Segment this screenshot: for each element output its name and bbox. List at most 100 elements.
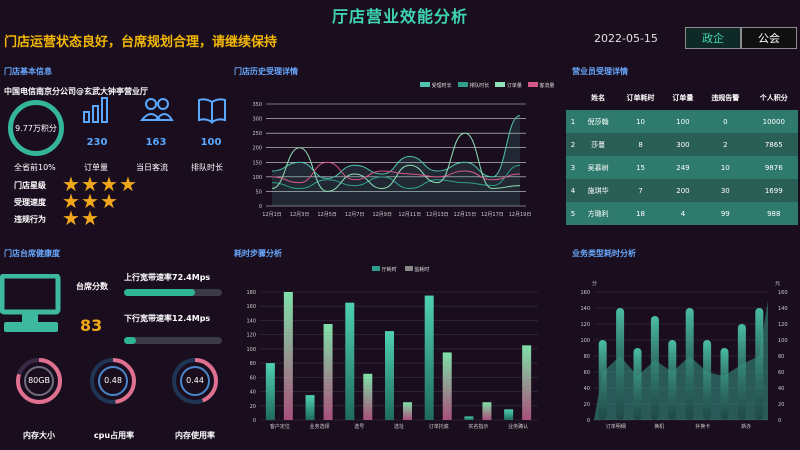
legend-label: 监耗时: [414, 267, 430, 273]
col-index: [566, 86, 580, 110]
y2-tick-label: 160: [778, 290, 788, 296]
cell: 10: [616, 110, 665, 133]
queue-time-label: 排队时长: [191, 163, 223, 172]
history-legend: 受理时长 排队时长 订单量 客流量: [420, 82, 554, 89]
x-tick-label: 实名指示: [468, 423, 488, 430]
bar: [345, 302, 355, 420]
downlink-label: 下行宽带速率12.4Mps: [124, 314, 211, 323]
bar: [363, 373, 373, 420]
tab-union[interactable]: 公会: [741, 27, 797, 49]
uplink-bar: [124, 289, 222, 296]
col-order-time: 订单耗时: [616, 86, 665, 110]
desk-score-label: 台席分数: [76, 282, 108, 291]
segment-tabs: 政企 公会: [685, 27, 797, 49]
legend-label: 订单量: [506, 83, 522, 89]
bar: [633, 348, 642, 420]
x-tick-label: 12月3日: [290, 212, 310, 218]
bar: [323, 324, 333, 420]
cell: 0: [701, 110, 750, 133]
y2-tick-label: 40: [778, 386, 784, 392]
bar: [424, 295, 434, 420]
bar: [464, 416, 474, 420]
table-row[interactable]: 1 倪莎翰 10 100 0 10000: [566, 110, 798, 133]
legend-item: 监耗时: [404, 266, 430, 273]
cell: 99: [701, 202, 750, 225]
y2-tick-label: 100: [778, 338, 788, 344]
bar: [385, 331, 394, 420]
bar: [685, 308, 694, 420]
y2-tick-label: 60: [778, 370, 784, 376]
star-icon: ★: [100, 189, 118, 213]
health-title: 门店台席健康度: [4, 249, 60, 258]
y2-tick-label: 80: [778, 354, 784, 360]
y-tick-label: 150: [252, 160, 262, 166]
bar: [504, 409, 514, 420]
x-tick-label: 12月5日: [317, 212, 337, 218]
cell: 9876: [749, 156, 798, 179]
order-count: 230: [86, 137, 108, 148]
tab-gov-enterprise[interactable]: 政企: [685, 27, 741, 49]
bar: [616, 308, 625, 420]
date-display: 2022-05-15: [594, 32, 658, 45]
steps-legend: 厅耗时 监耗时: [372, 266, 429, 273]
memory-usage-value: 0.44: [186, 376, 204, 385]
star-rating-violation: ★★: [62, 208, 100, 229]
cell: 7865: [749, 133, 798, 156]
legend-item: 排队时长: [457, 82, 489, 89]
y-tick-label: 20: [250, 404, 256, 410]
bar: [522, 345, 532, 420]
y-tick-label: 100: [580, 338, 590, 344]
y2-tick-label: 120: [778, 322, 788, 328]
uplink-label: 上行宽带速率72.4Mps: [124, 273, 211, 282]
cell: 2: [701, 133, 750, 156]
store-name: 中国电信南京分公司@玄武大钟亭营业厅: [4, 87, 148, 96]
table-row[interactable]: 2 莎蔓 8 300 2 7865: [566, 133, 798, 156]
bar: [265, 363, 275, 420]
store-info-title: 门店基本信息: [4, 67, 52, 76]
bar: [442, 352, 452, 420]
y-tick-label: 140: [246, 318, 256, 324]
cell: 1: [566, 110, 580, 133]
steps-title: 耗时步骤分析: [234, 249, 282, 258]
legend-item: 客流量: [527, 82, 555, 89]
x-tick-label: 12月7日: [345, 212, 365, 218]
star-icon: ★: [81, 206, 99, 230]
cell: 18: [616, 202, 665, 225]
table-row[interactable]: 5 方璐利 18 4 99 988: [566, 202, 798, 225]
table-row[interactable]: 3 吴慕树 15 249 10 9876: [566, 156, 798, 179]
legend-label: 客流量: [539, 83, 555, 89]
rating-label-speed: 受理速度: [14, 198, 46, 207]
y-tick-label: 350: [252, 102, 262, 108]
memory-usage-gauge: 0.44: [170, 356, 220, 406]
cell: 10: [701, 156, 750, 179]
cell: 1699: [749, 179, 798, 202]
table-row[interactable]: 4 施琪华 7 200 30 1699: [566, 179, 798, 202]
x-tick-label: 12月17日: [481, 212, 504, 218]
page-title: 厅店营业效能分析: [331, 7, 468, 26]
y-tick-label: 20: [584, 402, 590, 408]
cell: 7: [616, 179, 665, 202]
memory-size-label: 内存大小: [23, 431, 55, 440]
cell: 4: [566, 179, 580, 202]
cell: 988: [749, 202, 798, 225]
legend-label: 厅耗时: [381, 267, 397, 273]
y-tick-label: 50: [256, 189, 262, 195]
col-order-count: 订单量: [664, 86, 702, 110]
rank-label: 全省前10%: [14, 163, 56, 172]
y-tick-label: 120: [246, 333, 256, 339]
cell: 200: [664, 179, 702, 202]
history-title: 门店历史受理详情: [234, 67, 298, 76]
col-violation: 违规告警: [701, 86, 750, 110]
cell: 3: [566, 156, 580, 179]
steps-bar-chart: 0 20 40 60 80 100 120 140 160 180 客户定位 业务选择 选号 选址 订单托底…: [246, 290, 538, 430]
bar: [650, 316, 659, 420]
cell: 8: [616, 133, 665, 156]
x-tick-label: 12月1日: [262, 212, 282, 218]
cell: 吴慕树: [580, 156, 617, 179]
x-tick-label: 12月11日: [398, 212, 421, 218]
y-tick-label: 60: [250, 375, 256, 381]
legend-item: 订单量: [495, 82, 522, 89]
desk-score: 83: [80, 316, 103, 335]
queue-time: 100: [200, 137, 222, 148]
star-icon: ★: [119, 172, 137, 196]
